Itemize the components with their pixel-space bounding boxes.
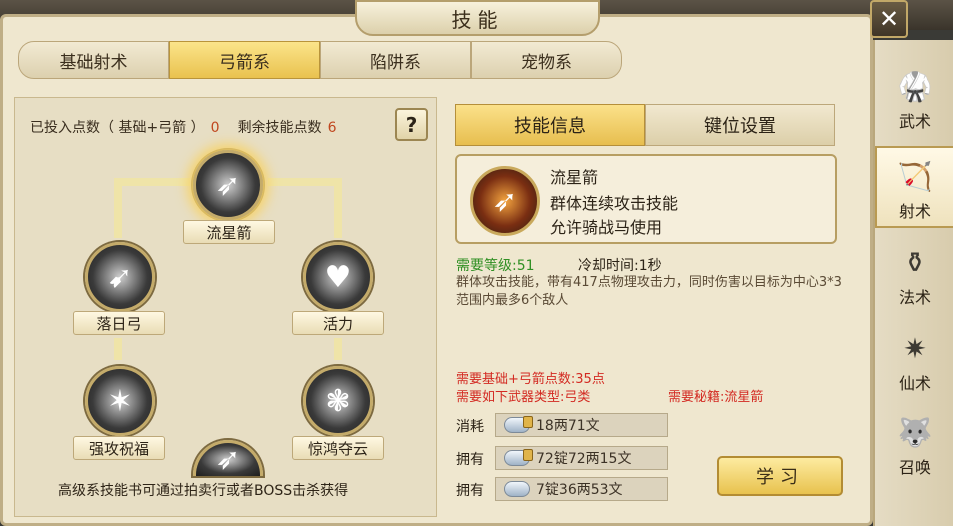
owned-label: 拥有 xyxy=(456,452,484,468)
skill-description: 群体攻击技能，带有417点物理攻击力，同时伤害以目标为中心3*3范围内最多6个敌… xyxy=(456,275,842,308)
cost-value-box: 18两71文 xyxy=(495,413,668,437)
skill-school-sidebar: 🥋 武术 🏹 射术 ⚱ 法术 ✷ 仙术 🐺 召唤 xyxy=(873,40,953,526)
skill-book-hint: 高级系技能书可通过拍卖行或者BOSS击杀获得 xyxy=(58,483,349,499)
skill-type: 群体连续攻击技能 xyxy=(550,194,679,213)
sidebar-label: 召唤 xyxy=(898,458,931,477)
owned-label: 拥有 xyxy=(456,483,484,499)
sidebar-item-archery[interactable]: 🏹 射术 xyxy=(875,146,953,228)
sidebar-label: 射术 xyxy=(898,202,931,221)
skill-node-label: 强攻祝福 xyxy=(73,436,165,460)
required-book: 需要秘籍:流星箭 xyxy=(668,390,764,405)
skill-node-label: 流星箭 xyxy=(183,220,275,244)
skill-node-startling-swan[interactable]: ❃ xyxy=(303,366,373,436)
skill-node-vitality[interactable]: ♥ xyxy=(303,242,373,312)
required-points: 需要基础+弓箭点数:35点 xyxy=(456,372,605,387)
lock-icon xyxy=(523,416,533,428)
tab-skill-info[interactable]: 技能信息 xyxy=(455,104,645,146)
skill-node-assault-blessing[interactable]: ✶ xyxy=(85,366,155,436)
skill-node-label: 惊鸿夺云 xyxy=(292,436,384,460)
locked-silver-icon xyxy=(504,416,533,433)
locked-silver-icon xyxy=(504,449,533,466)
required-level: 需要等级:51 xyxy=(456,258,535,274)
skill-name: 流星箭 xyxy=(550,168,599,187)
learn-button[interactable]: 学习 xyxy=(717,456,843,496)
cost-value: 18两71文 xyxy=(536,418,600,434)
tab-pet[interactable]: 宠物系 xyxy=(471,41,622,79)
skill-node-label: 落日弓 xyxy=(73,311,165,335)
sidebar-item-martial[interactable]: 🥋 武术 xyxy=(875,58,953,140)
sidebar-label: 法术 xyxy=(898,288,931,307)
archery-icon: 🏹 xyxy=(897,159,933,193)
tab-key-binding[interactable]: 键位设置 xyxy=(645,104,835,146)
close-button[interactable]: ✕ xyxy=(870,0,908,38)
cooldown: 冷却时间:1秒 xyxy=(578,258,662,274)
fighter-icon: 🥋 xyxy=(897,69,933,103)
sidebar-label: 武术 xyxy=(898,112,931,131)
silver-icon xyxy=(504,481,530,497)
skill-node-meteor-arrow[interactable]: ➶ xyxy=(193,150,263,220)
sidebar-label: 仙术 xyxy=(898,374,931,393)
shuriken-icon: ✷ xyxy=(903,331,927,365)
lock-icon xyxy=(523,449,533,461)
skill-mount-rule: 允许骑战马使用 xyxy=(550,218,663,237)
sidebar-item-magic[interactable]: ⚱ 法术 xyxy=(875,234,953,316)
owned-locked-box: 72锭72两15文 xyxy=(495,446,668,470)
cost-label: 消耗 xyxy=(456,419,484,435)
info-tabs: 技能信息 键位设置 xyxy=(455,104,835,146)
owned-silver-box: 7锭36两53文 xyxy=(495,477,668,501)
skill-node-label: 活力 xyxy=(292,311,384,335)
required-weapon: 需要如下武器类型:弓类 xyxy=(456,390,591,405)
skill-node-sunset-bow[interactable]: ➹ xyxy=(85,242,155,312)
owned-silver-value: 7锭36两53文 xyxy=(536,482,623,498)
magic-gourd-icon: ⚱ xyxy=(903,245,927,279)
beast-mask-icon: 🐺 xyxy=(897,415,933,449)
owned-locked-value: 72锭72两15文 xyxy=(536,451,632,467)
sidebar-item-immortal[interactable]: ✷ 仙术 xyxy=(875,320,953,402)
meteor-arrow-icon: ➶ xyxy=(470,166,540,236)
sidebar-item-summon[interactable]: 🐺 召唤 xyxy=(875,404,953,486)
